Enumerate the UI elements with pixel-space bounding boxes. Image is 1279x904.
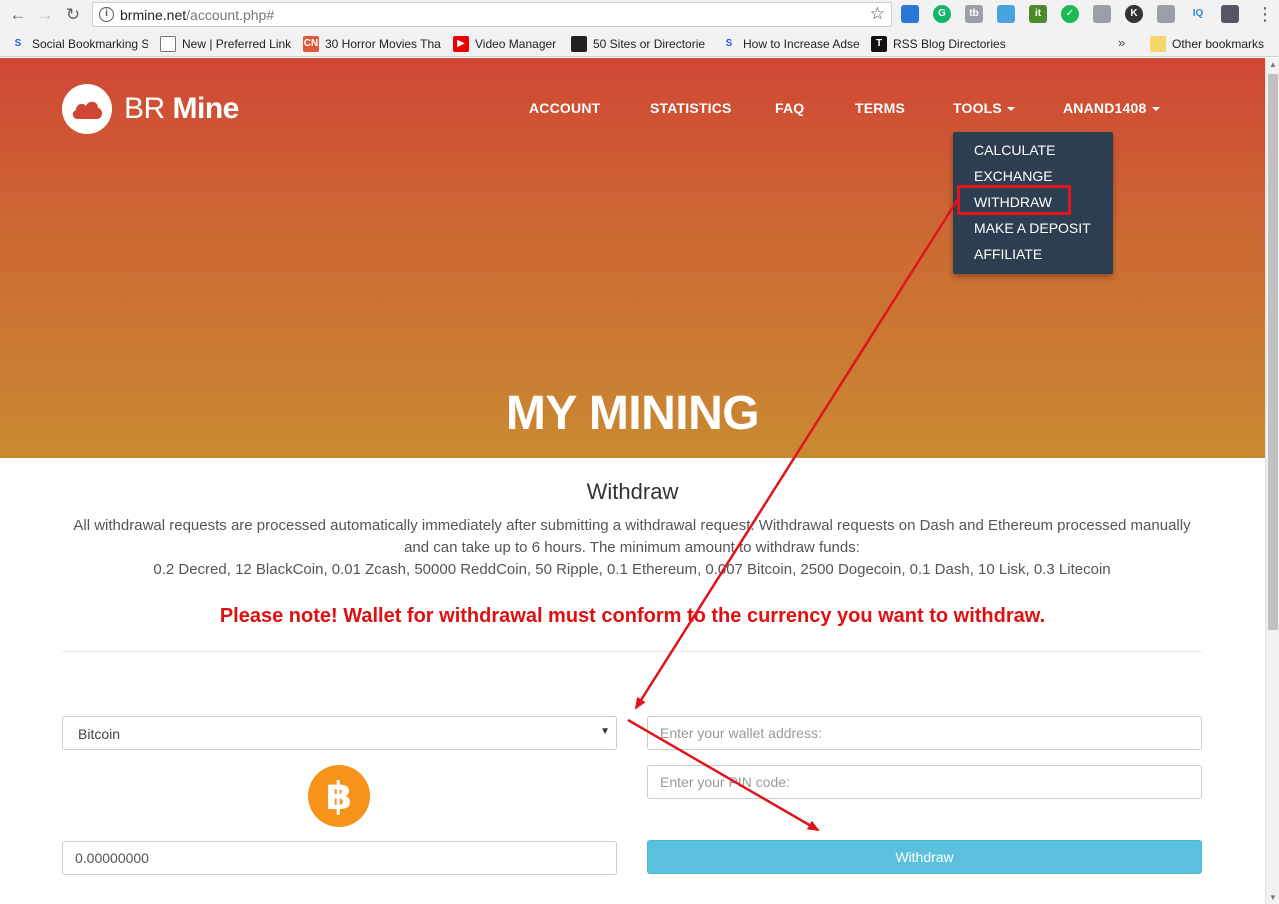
caret-down-icon <box>1151 107 1160 111</box>
bitcoin-icon: ฿ <box>308 765 370 827</box>
menu-item-calculate[interactable]: CALCULATE <box>974 142 1055 158</box>
withdraw-info-text: All withdrawal requests are processed au… <box>73 517 1191 556</box>
youtube-icon: ▶ <box>453 36 469 52</box>
t-favicon-icon: T <box>871 36 887 52</box>
nav-account[interactable]: ACCOUNT <box>529 100 600 116</box>
site-info-icon[interactable]: i <box>99 7 114 22</box>
bookmark-dark-icon <box>571 36 587 52</box>
page-icon <box>160 36 176 52</box>
bookmarks-bar: S Social Bookmarking S New | Preferred Li… <box>0 30 1279 57</box>
extension-it-icon[interactable]: it <box>1029 5 1047 23</box>
menu-item-make-deposit[interactable]: MAKE A DEPOSIT <box>974 220 1091 236</box>
site-logo[interactable]: BR Mine <box>62 84 239 134</box>
extension-bird-icon[interactable] <box>997 5 1015 23</box>
nav-faq[interactable]: FAQ <box>775 100 804 116</box>
grammarly-icon[interactable]: G <box>933 5 951 23</box>
check-icon[interactable]: ✓ <box>1061 5 1079 23</box>
annotation-highlight-box <box>957 185 1071 215</box>
bookmark-item[interactable]: ▶ Video Manager <box>453 35 563 53</box>
nav-terms[interactable]: TERMS <box>855 100 905 116</box>
scroll-down-icon[interactable]: ▼ <box>1269 893 1277 902</box>
page-title: MY MINING <box>505 387 760 440</box>
extension-image-icon[interactable] <box>1157 5 1175 23</box>
extension-pen-icon[interactable] <box>1221 5 1239 23</box>
nav-user-menu[interactable]: ANAND1408 <box>1063 100 1160 116</box>
code-icon[interactable] <box>1093 5 1111 23</box>
folder-icon <box>1150 36 1166 52</box>
select-arrow-icon: ▼ <box>600 726 610 737</box>
nav-tools[interactable]: TOOLS <box>953 100 1015 116</box>
caret-down-icon <box>1006 107 1015 111</box>
s-favicon-icon: S <box>725 38 733 49</box>
menu-item-affiliate[interactable]: AFFILIATE <box>974 246 1042 262</box>
withdraw-info: All withdrawal requests are processed au… <box>62 515 1202 581</box>
bookmark-item[interactable]: New | Preferred Link <box>160 35 295 53</box>
page-viewport: BR Mine ACCOUNT STATISTICS FAQ TERMS TOO… <box>0 58 1265 904</box>
page-scrollbar[interactable]: ▲ ▼ <box>1265 58 1279 904</box>
scroll-up-icon[interactable]: ▲ <box>1269 60 1277 69</box>
wallet-warning: Please note! Wallet for withdrawal must … <box>219 605 1046 627</box>
address-bar[interactable]: i brmine.net/account.php# ☆ <box>92 2 892 27</box>
hero-header: BR Mine ACCOUNT STATISTICS FAQ TERMS TOO… <box>0 58 1265 458</box>
bookmark-item[interactable]: S How to Increase Adse <box>721 35 861 53</box>
s-favicon-icon: S <box>14 38 22 49</box>
forward-icon[interactable]: → <box>34 4 56 26</box>
bookmark-item[interactable]: 50 Sites or Directorie <box>571 35 711 53</box>
divider <box>62 651 1202 652</box>
browser-menu-icon[interactable]: ⋮ <box>1256 4 1274 25</box>
extension-iq-icon[interactable]: IQ <box>1189 5 1207 23</box>
reload-icon[interactable]: ↻ <box>62 4 84 26</box>
cloud-icon <box>62 84 112 134</box>
back-icon[interactable]: ← <box>7 4 29 26</box>
extension-k-icon[interactable]: K <box>1125 5 1143 23</box>
minimum-amounts-text: 0.2 Decred, 12 BlackCoin, 0.01 Zcash, 50… <box>153 561 1111 578</box>
withdraw-button[interactable]: Withdraw <box>647 840 1202 874</box>
other-bookmarks[interactable]: Other bookmarks <box>1150 35 1270 53</box>
currency-selected-value: Bitcoin <box>78 726 121 742</box>
bookmark-item[interactable]: S Social Bookmarking S <box>10 35 148 53</box>
amount-field[interactable] <box>62 841 617 875</box>
currency-select[interactable]: Bitcoin ▼ <box>62 716 617 750</box>
logo-text: BR Mine <box>124 92 239 125</box>
url-text: brmine.net/account.php# <box>120 7 275 23</box>
menu-item-exchange[interactable]: EXCHANGE <box>974 168 1053 184</box>
more-bookmarks-icon[interactable]: » <box>1118 35 1125 50</box>
scrollbar-thumb[interactable] <box>1268 74 1278 630</box>
bookmark-item[interactable]: T RSS Blog Directories <box>871 35 1011 53</box>
bookmark-star-icon[interactable]: ☆ <box>870 4 885 24</box>
wallet-address-input[interactable] <box>647 716 1202 750</box>
nav-statistics[interactable]: STATISTICS <box>650 100 732 116</box>
extension-tb-icon[interactable]: tb <box>965 5 983 23</box>
browser-toolbar: ← → ↻ i brmine.net/account.php# ☆ G tb i… <box>0 0 1279 30</box>
bookmark-item[interactable]: CN 30 Horror Movies Tha <box>303 35 441 53</box>
pin-code-input[interactable] <box>647 765 1202 799</box>
withdraw-heading: Withdraw <box>586 479 679 504</box>
extension-shield-icon[interactable] <box>901 5 919 23</box>
cn-favicon-icon: CN <box>303 36 319 52</box>
